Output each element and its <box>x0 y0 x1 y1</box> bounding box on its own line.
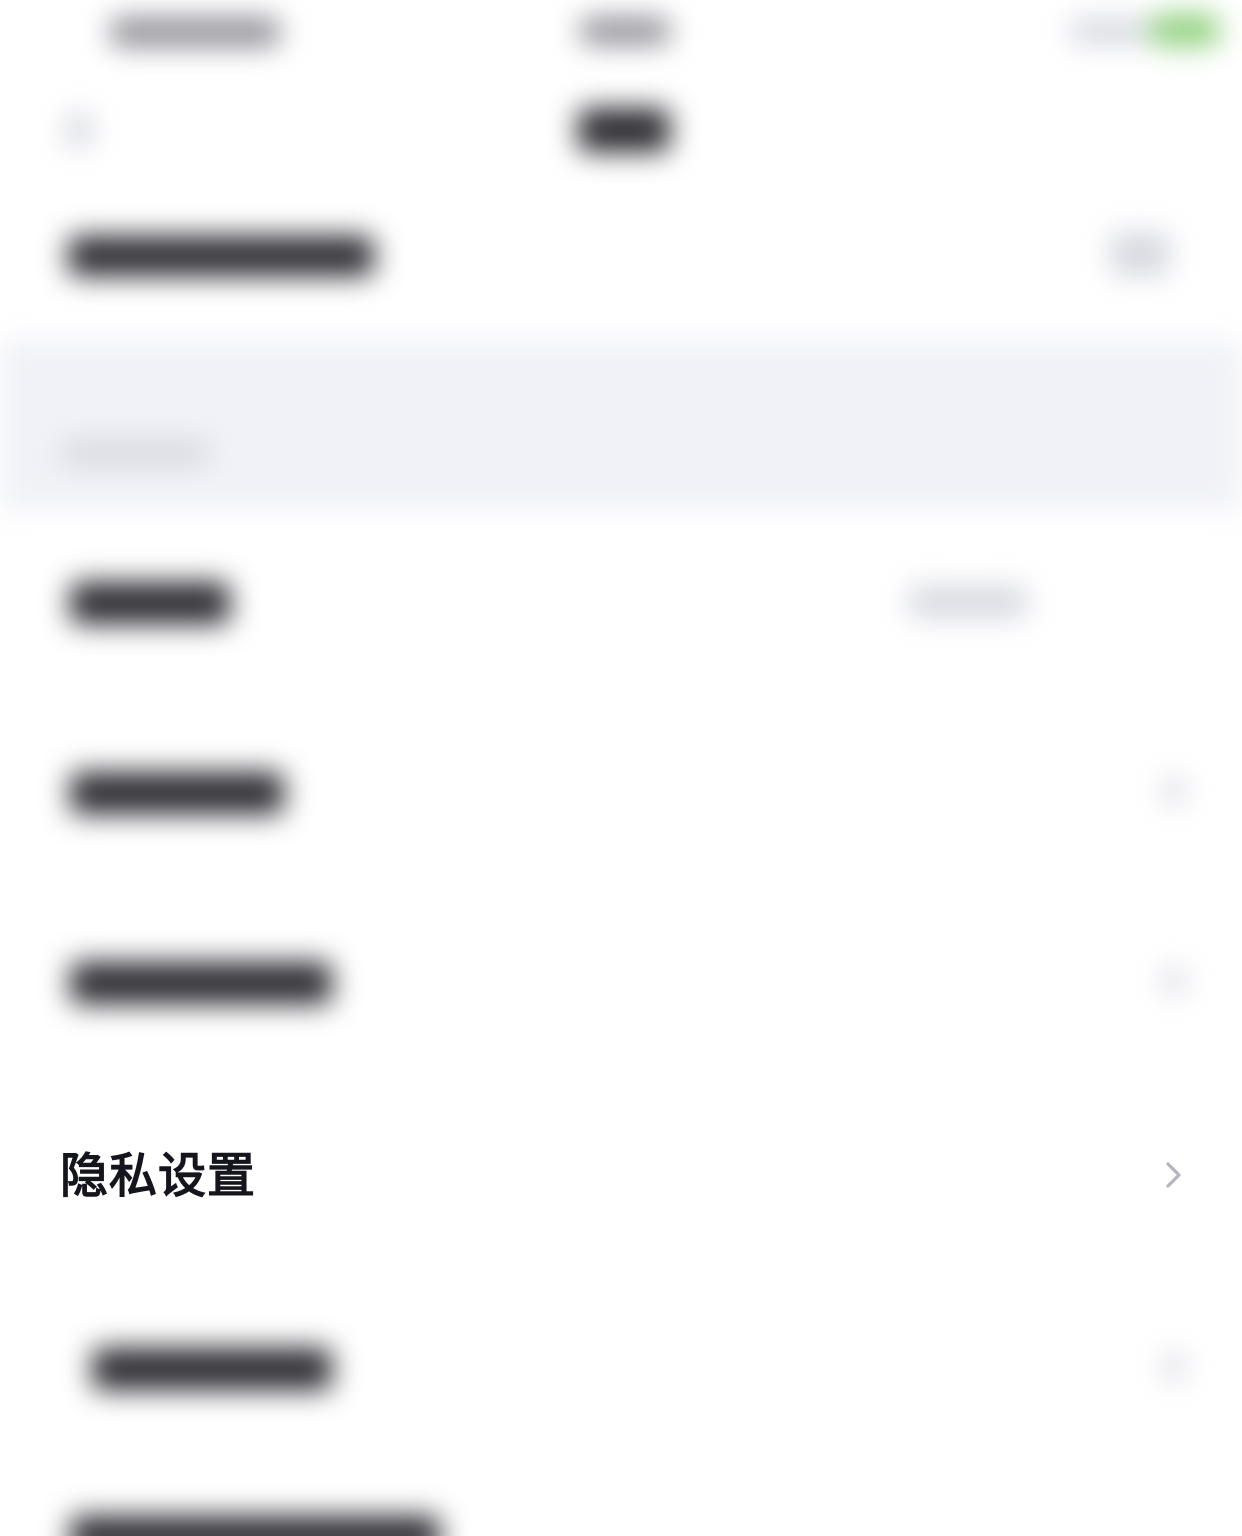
section-header-label <box>60 440 210 466</box>
back-icon <box>66 112 92 148</box>
nav-title <box>578 108 670 152</box>
settings-row-2-chevron <box>1164 776 1184 806</box>
status-bar-carrier <box>580 18 670 44</box>
account-row-label <box>68 236 374 276</box>
privacy-settings-row[interactable]: 隐私设置 <box>0 1112 1242 1240</box>
status-bar-signal <box>1070 18 1150 44</box>
settings-row-6-label <box>70 1516 440 1536</box>
settings-row-5-chevron <box>1164 1352 1184 1382</box>
chevron-right-icon <box>1166 1162 1181 1188</box>
status-bar-time <box>110 18 280 46</box>
blurred-background <box>0 0 1242 1536</box>
settings-row-3-chevron <box>1164 966 1184 996</box>
settings-row-5-label <box>92 1348 332 1390</box>
section-header-band <box>0 340 1242 510</box>
settings-row-3-label <box>70 962 332 1004</box>
settings-row-1-value <box>908 586 1028 618</box>
privacy-settings-label: 隐私设置 <box>60 1148 257 1204</box>
battery-icon <box>1150 14 1220 46</box>
settings-screen: 隐私设置 <box>0 0 1242 1536</box>
settings-row-1-label <box>70 582 230 624</box>
account-row-icon <box>1110 232 1170 276</box>
settings-row-2-label <box>70 772 284 814</box>
